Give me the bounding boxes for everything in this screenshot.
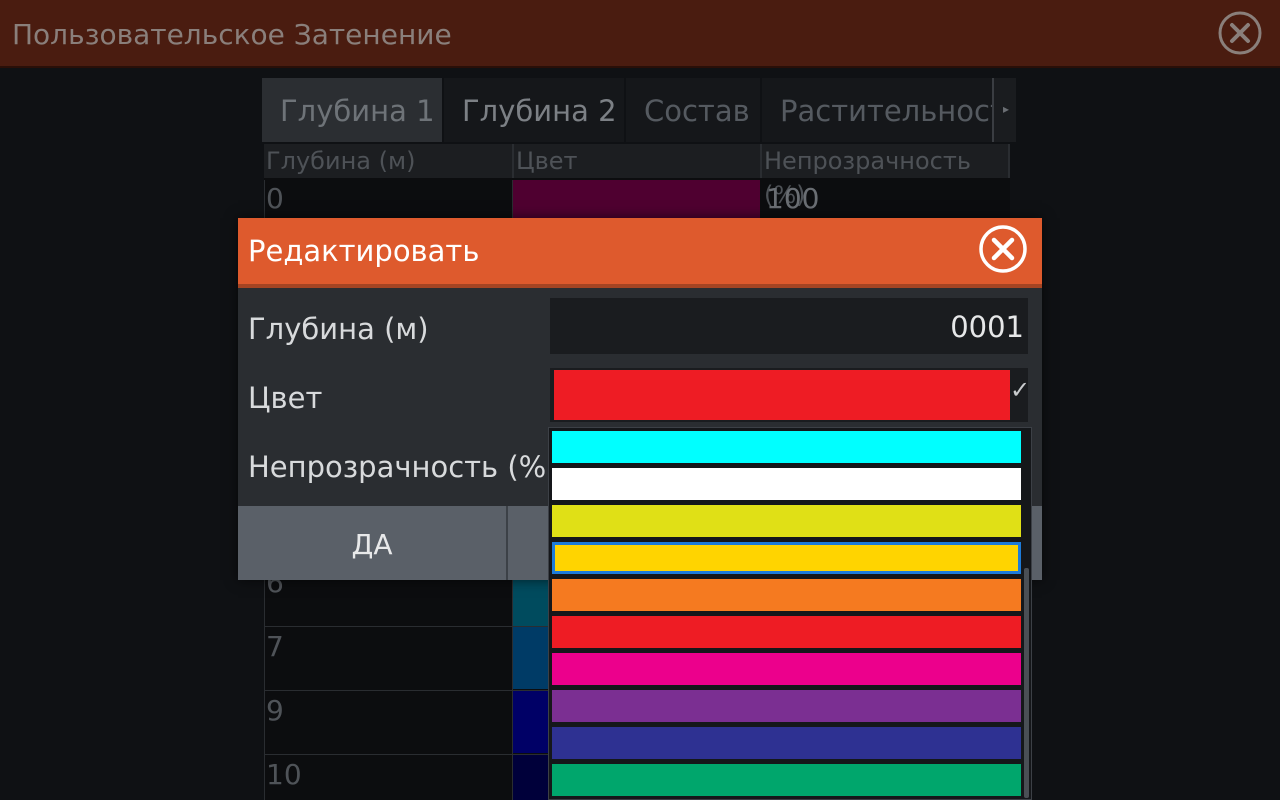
row-opacity: 100 [766, 182, 820, 215]
color-option[interactable] [552, 579, 1021, 611]
tab-vegetation[interactable]: Растительность [762, 78, 992, 142]
header-divider [238, 284, 1042, 288]
row-depth: 10 [266, 758, 302, 791]
row-depth: 0 [266, 182, 284, 215]
row-color-swatch[interactable] [512, 580, 548, 626]
depth-input[interactable]: 0001 [550, 298, 1028, 354]
scrollbar[interactable] [1024, 568, 1029, 798]
row-depth: 9 [266, 694, 284, 727]
chevron-right-icon: ▸ [1003, 102, 1010, 116]
window-title: Пользовательское Затенение [12, 18, 452, 51]
tab-label: Глубина 2 [462, 94, 617, 128]
row-color-swatch[interactable] [512, 755, 548, 800]
close-icon[interactable] [1217, 10, 1263, 56]
column-header-opacity: Непрозрачность (%) [762, 144, 1010, 209]
tab-composition[interactable]: Состав [626, 78, 760, 142]
row-divider [264, 690, 548, 691]
row-divider [264, 754, 548, 755]
chevron-down-icon: ✓ [1010, 376, 1031, 404]
tab-label: Растительность [780, 94, 992, 128]
row-color-swatch[interactable] [512, 180, 760, 218]
title-bar: Пользовательское Затенение [0, 0, 1280, 68]
color-option[interactable] [552, 616, 1021, 648]
row-depth: 7 [266, 630, 284, 663]
button-divider [506, 506, 508, 580]
tab-depth-2[interactable]: Глубина 2 [444, 78, 624, 142]
color-dropdown-list [548, 427, 1032, 800]
row-divider [264, 626, 548, 627]
row-color-swatch[interactable] [512, 627, 548, 689]
color-option[interactable] [552, 727, 1021, 759]
tab-label: Состав [644, 94, 750, 128]
color-option[interactable] [552, 468, 1021, 500]
tab-scroll-button[interactable]: ▸ [992, 78, 1016, 142]
tab-label: Глубина 1 [280, 94, 435, 128]
depth-value: 0001 [950, 310, 1024, 344]
color-label: Цвет [248, 381, 323, 415]
color-option[interactable] [552, 764, 1021, 796]
close-icon[interactable] [978, 224, 1028, 274]
row-color-swatch[interactable] [512, 691, 548, 753]
color-select[interactable]: ✓ [550, 368, 1031, 422]
depth-label: Глубина (м) [248, 312, 429, 346]
dialog-header: Редактировать [238, 218, 1042, 284]
color-option[interactable] [552, 690, 1021, 722]
opacity-label: Непрозрачность (%) [248, 450, 558, 484]
column-header-color: Цвет [514, 144, 762, 178]
column-header-depth: Глубина (м) [264, 144, 514, 178]
selected-color-swatch [554, 370, 1010, 420]
color-option[interactable] [552, 505, 1021, 537]
tab-depth-1[interactable]: Глубина 1 [262, 78, 442, 142]
ok-button[interactable]: ДА [238, 506, 506, 580]
color-option[interactable] [552, 431, 1021, 463]
color-option[interactable] [552, 542, 1021, 574]
dialog-title: Редактировать [248, 234, 480, 268]
tab-bar: Глубина 1 Глубина 2 Состав Растительност… [262, 78, 1016, 142]
color-option[interactable] [552, 653, 1021, 685]
